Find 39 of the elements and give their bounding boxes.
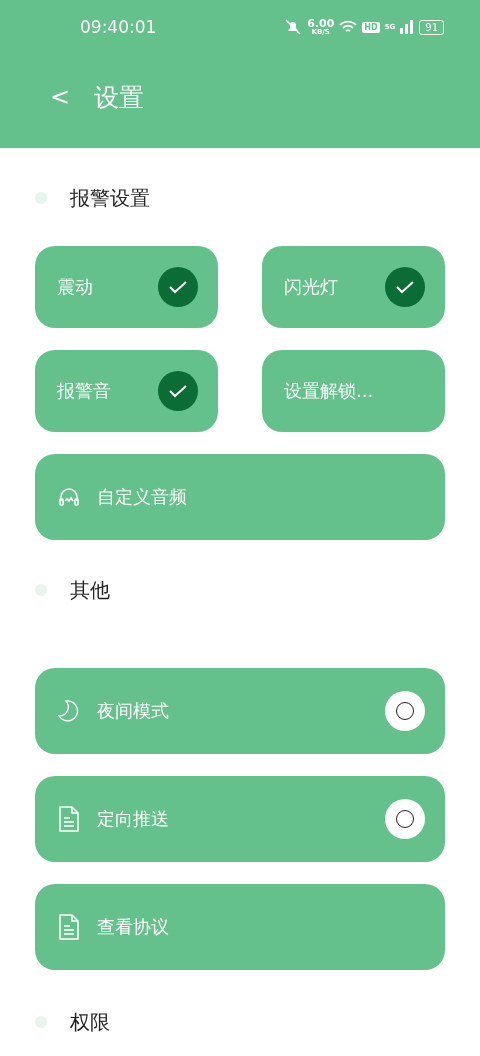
wifi-icon — [339, 20, 358, 34]
status-time: 09:40:01 — [80, 17, 157, 37]
checkbox[interactable] — [158, 371, 198, 411]
option-tile[interactable]: 闪光灯 — [262, 246, 445, 328]
setting-label: 自定义音频 — [97, 485, 187, 509]
option-tile[interactable]: 震动 — [35, 246, 218, 328]
setting-row[interactable]: 定向推送 — [35, 776, 445, 862]
back-button[interactable]: < — [50, 83, 71, 111]
section-title: 其他 — [70, 576, 110, 604]
network-speed: 6.00 — [307, 18, 335, 29]
option-label: 设置解锁... — [284, 379, 374, 403]
muted-bell-icon — [284, 19, 303, 35]
battery-level: 91 — [419, 19, 444, 35]
page-title: 设置 — [94, 81, 145, 114]
moon-icon — [57, 698, 81, 724]
check-icon — [168, 280, 188, 294]
document-icon — [57, 914, 81, 940]
check-icon — [395, 280, 415, 294]
setting-label: 查看协议 — [97, 915, 169, 939]
setting-row[interactable]: 自定义音频 — [35, 454, 445, 540]
hd-badge: HD — [362, 21, 380, 33]
radio-button[interactable] — [385, 691, 425, 731]
option-label: 闪光灯 — [284, 275, 338, 299]
checkbox[interactable] — [385, 267, 425, 307]
option-label: 报警音 — [57, 379, 111, 403]
option-tile[interactable]: 设置解锁... — [262, 350, 445, 432]
document-icon — [57, 806, 81, 832]
setting-row[interactable]: 查看协议 — [35, 884, 445, 970]
setting-label: 定向推送 — [97, 807, 169, 831]
signal-icon — [400, 20, 415, 34]
setting-row[interactable]: 夜间模式 — [35, 668, 445, 754]
option-label: 震动 — [57, 275, 93, 299]
checkbox[interactable] — [158, 267, 198, 307]
setting-label: 夜间模式 — [97, 699, 169, 723]
radio-button[interactable] — [385, 799, 425, 839]
option-tile[interactable]: 报警音 — [35, 350, 218, 432]
section-title: 权限 — [70, 1008, 110, 1036]
check-icon — [168, 384, 188, 398]
section-title: 报警设置 — [70, 184, 150, 212]
